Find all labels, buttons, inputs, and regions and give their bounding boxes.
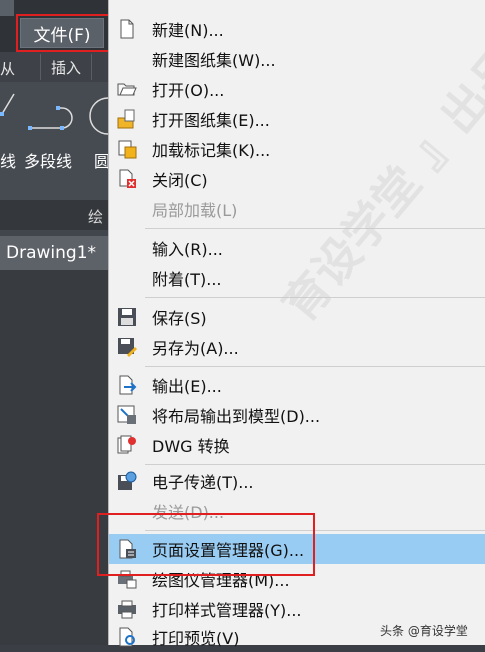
menu-separator	[145, 464, 485, 465]
menu-item-dwg-convert[interactable]: DWG 转换	[109, 430, 485, 460]
ribbon-draw-panel	[0, 82, 108, 200]
dwg-convert-icon	[117, 435, 136, 454]
source-credit: 头条 @育设学堂	[380, 624, 468, 638]
menu-item-label: 电子传递(T)...	[152, 473, 254, 492]
menu-item-partial-load[interactable]: 局部加载(L)	[109, 194, 485, 224]
menu-item-save[interactable]: 保存(S)	[109, 302, 485, 332]
menu-item-label: 打印预览(V)	[152, 629, 240, 648]
menu-item-label: 将布局输出到模型(D)...	[152, 407, 321, 426]
menu-item-label: 打开(O)...	[152, 81, 225, 100]
menu-item-label: 输入(R)...	[152, 240, 223, 259]
menu-separator	[145, 297, 485, 298]
menu-item-label: 打印样式管理器(Y)...	[152, 601, 302, 620]
print-preview-icon	[119, 627, 135, 647]
panel-title-draw[interactable]: 绘	[88, 206, 103, 227]
markup-set-icon	[118, 140, 137, 159]
menu-item-etransmit[interactable]: 电子传递(T)...	[109, 466, 485, 496]
menu-item-label: 关闭(C)	[152, 171, 208, 190]
menu-item-label: 保存(S)	[152, 309, 207, 328]
menu-item-label: 新建图纸集(W)...	[152, 51, 276, 70]
menu-item-new[interactable]: 新建(N)...	[109, 14, 485, 44]
menu-item-label: 局部加载(L)	[152, 201, 238, 220]
layout-export-icon	[117, 405, 136, 424]
tool-polyline-label[interactable]: 多段线	[24, 148, 72, 172]
save-as-icon	[118, 338, 137, 357]
etransmit-icon	[118, 471, 137, 490]
menu-item-new-sheetset[interactable]: 新建图纸集(W)...	[109, 44, 485, 74]
tab-home-fragment[interactable]: 从	[0, 58, 15, 79]
menu-item-export[interactable]: 输出(E)...	[109, 370, 485, 400]
menu-item-label: 新建(N)...	[152, 21, 224, 40]
open-folder-icon	[117, 83, 137, 96]
plot-style-icon	[118, 600, 136, 619]
menu-item-attach[interactable]: 附着(T)...	[109, 263, 485, 293]
menu-item-plot-style-manager[interactable]: 打印样式管理器(Y)...	[109, 594, 485, 624]
menu-separator	[145, 366, 485, 367]
menu-item-close[interactable]: 关闭(C)	[109, 164, 485, 194]
tool-line-label[interactable]: 线	[0, 148, 16, 172]
menu-item-label: 加载标记集(K)...	[152, 141, 271, 160]
menu-item-label: 另存为(A)...	[152, 339, 239, 358]
menu-item-label: 附着(T)...	[152, 270, 222, 289]
menu-item-label: DWG 转换	[152, 437, 230, 456]
menu-item-open-sheetset[interactable]: 打开图纸集(E)...	[109, 104, 485, 134]
export-icon	[119, 375, 137, 395]
annotation-outline-page-setup	[97, 513, 315, 576]
menu-item-open[interactable]: 打开(O)...	[109, 74, 485, 104]
tab-insert[interactable]: 插入	[40, 54, 92, 80]
app-logo-icon	[0, 0, 14, 16]
menu-item-import[interactable]: 输入(R)...	[109, 233, 485, 263]
menu-item-label: 打开图纸集(E)...	[152, 111, 270, 130]
open-sheetset-icon	[117, 109, 135, 129]
menu-separator	[145, 228, 485, 229]
draw-tool-icons	[0, 93, 108, 135]
menu-item-save-as[interactable]: 另存为(A)...	[109, 332, 485, 362]
menu-item-export-layout[interactable]: 将布局输出到模型(D)...	[109, 400, 485, 430]
menu-item-load-markup[interactable]: 加载标记集(K)...	[109, 134, 485, 164]
drawing-canvas[interactable]	[0, 270, 108, 645]
document-tab[interactable]: Drawing1*	[0, 236, 108, 270]
save-icon	[118, 308, 136, 326]
close-file-icon	[119, 169, 136, 188]
new-file-icon	[120, 19, 134, 39]
annotation-outline-file	[16, 14, 110, 52]
menu-item-label: 输出(E)...	[152, 377, 222, 396]
